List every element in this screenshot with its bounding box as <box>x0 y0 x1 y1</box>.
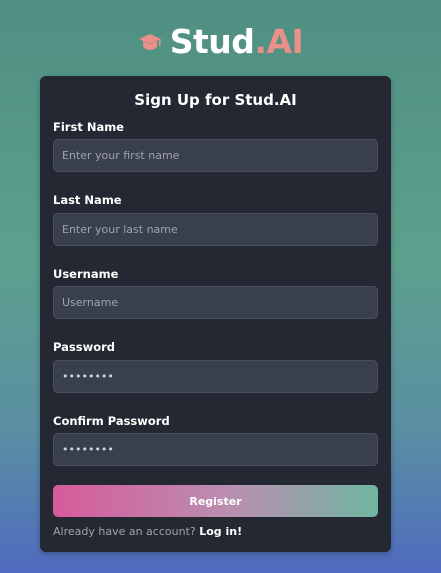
last-name-label: Last Name <box>53 193 122 207</box>
graduation-cap-icon <box>138 30 162 54</box>
password-label: Password <box>53 340 115 354</box>
register-button[interactable]: Register <box>53 485 378 517</box>
form-title: Sign Up for Stud.AI <box>134 91 297 109</box>
first-name-label: First Name <box>53 120 124 134</box>
login-link[interactable]: Log in! <box>199 525 242 538</box>
login-prompt-text: Already have an account? <box>53 525 200 538</box>
last-name-input[interactable] <box>53 213 378 246</box>
confirm-password-label: Confirm Password <box>53 414 170 428</box>
username-input[interactable] <box>53 286 378 319</box>
brand-header: Stud.AI <box>0 18 441 64</box>
brand-name-main: Stud <box>169 21 255 61</box>
confirm-password-input[interactable] <box>53 433 378 466</box>
username-label: Username <box>53 267 119 281</box>
login-prompt: Already have an account? Log in! <box>53 525 242 538</box>
first-name-input[interactable] <box>53 139 378 172</box>
brand-logo-text: Stud.AI <box>170 22 304 61</box>
brand-name-accent: .AI <box>254 21 304 61</box>
signup-card: Sign Up for Stud.AI First Name Last Name… <box>40 76 391 552</box>
password-input[interactable] <box>53 360 378 393</box>
